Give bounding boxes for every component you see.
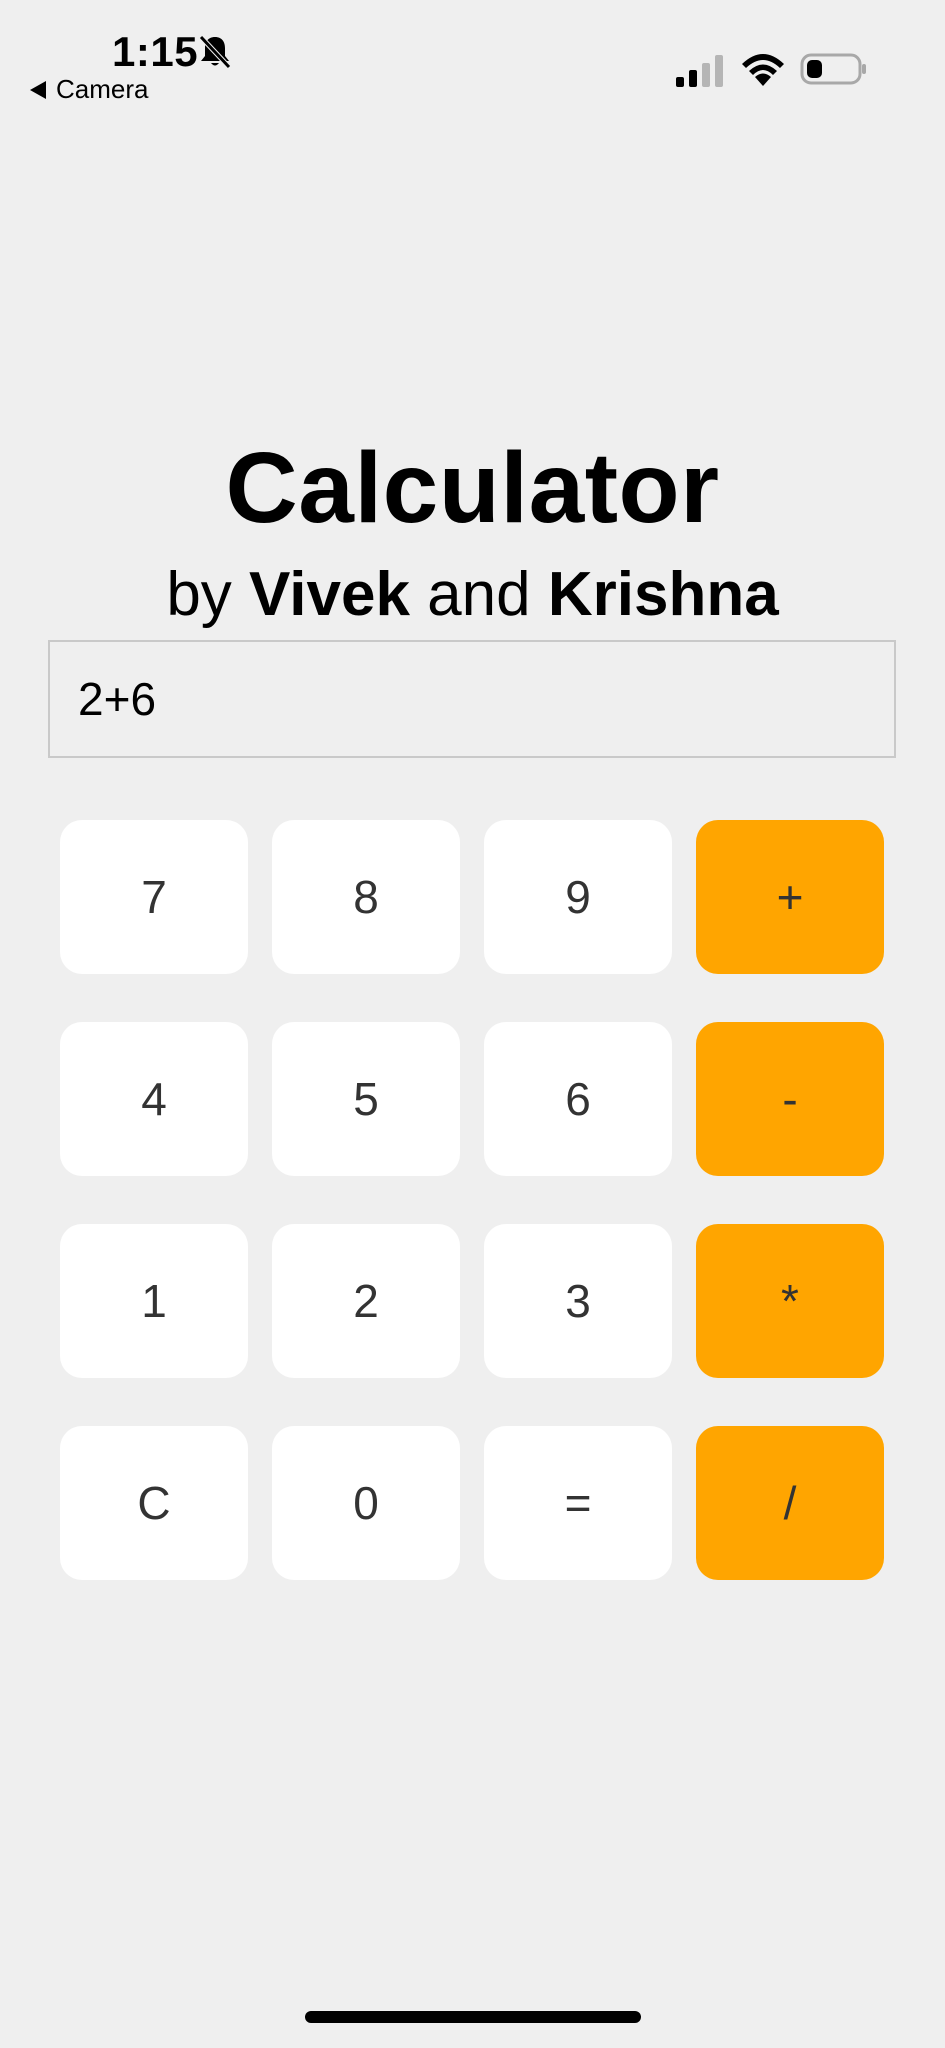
back-label: Camera [56, 74, 149, 104]
status-bar: 1:15 Camera [0, 0, 945, 110]
key-5[interactable]: 5 [272, 1022, 460, 1176]
wifi-icon [742, 54, 784, 86]
key-8[interactable]: 8 [272, 820, 460, 974]
key-minus[interactable]: - [696, 1022, 884, 1176]
key-equals[interactable]: = [484, 1426, 672, 1580]
subtitle-prefix: by [166, 560, 250, 629]
key-2[interactable]: 2 [272, 1224, 460, 1378]
key-9[interactable]: 9 [484, 820, 672, 974]
key-clear[interactable]: C [60, 1426, 248, 1580]
home-indicator[interactable] [305, 2011, 641, 2023]
author-name-2: Krishna [547, 560, 779, 629]
bell-slash-icon [199, 35, 231, 69]
page-title: Calculator [225, 432, 720, 544]
key-0[interactable]: 0 [272, 1426, 460, 1580]
key-3[interactable]: 3 [484, 1224, 672, 1378]
page-subtitle: by Vivek and Krishna [0, 564, 945, 626]
key-divide[interactable]: / [696, 1426, 884, 1580]
cellular-signal-icon [676, 55, 723, 87]
key-1[interactable]: 1 [60, 1224, 248, 1378]
key-plus[interactable]: + [696, 820, 884, 974]
subtitle-mid: and [409, 560, 548, 629]
key-7[interactable]: 7 [60, 820, 248, 974]
keypad: 7 8 9 + 4 5 6 - 1 2 3 * C 0 = / [60, 820, 885, 1580]
back-to-camera-link[interactable]: Camera [30, 74, 148, 105]
key-6[interactable]: 6 [484, 1022, 672, 1176]
back-arrow-icon [30, 80, 46, 99]
author-name-1: Vivek [249, 560, 410, 629]
battery-icon [800, 53, 866, 85]
status-time: 1:15 [112, 28, 199, 75]
calculator-display[interactable]: 2+6 [48, 640, 896, 758]
key-4[interactable]: 4 [60, 1022, 248, 1176]
key-multiply[interactable]: * [696, 1224, 884, 1378]
